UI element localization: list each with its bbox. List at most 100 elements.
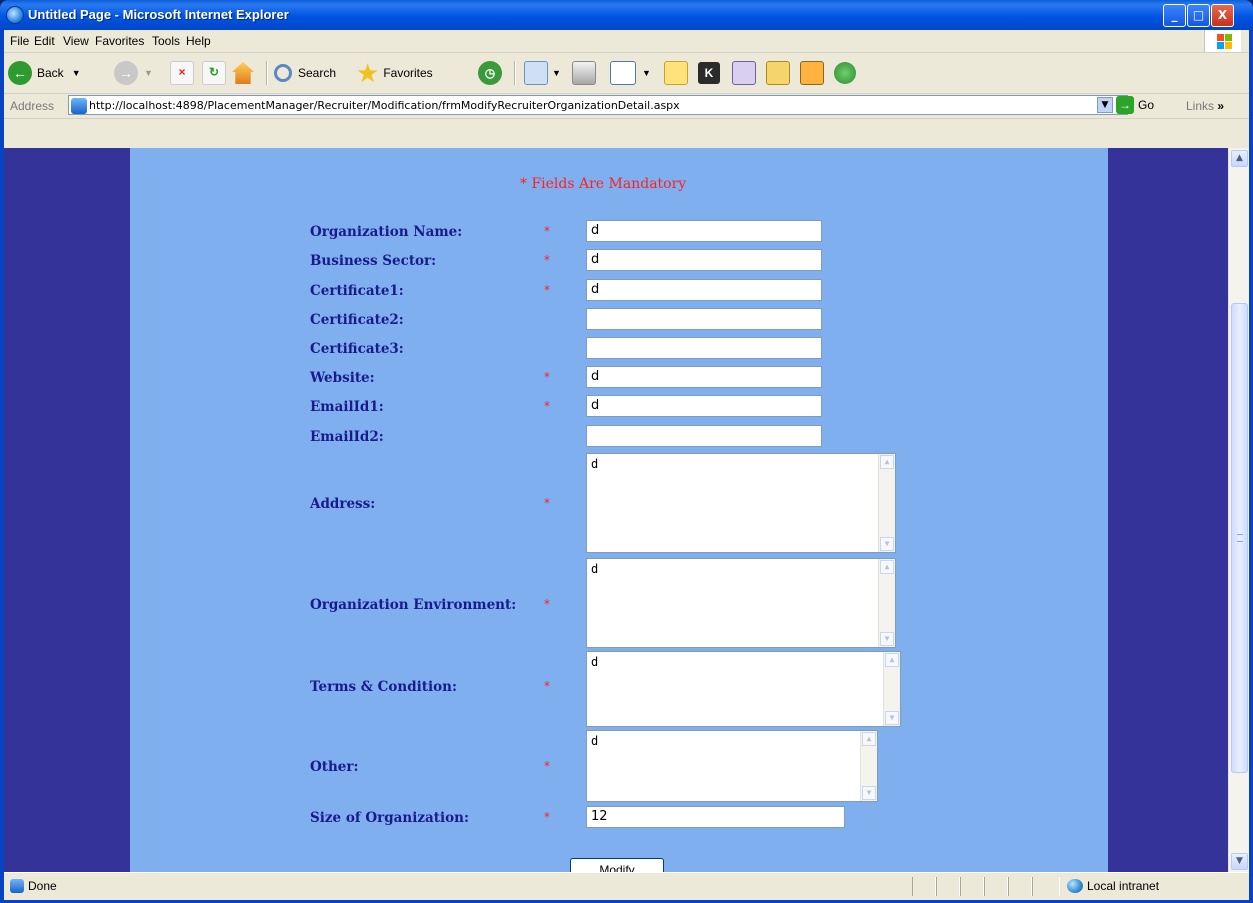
edit-dropdown-icon: ▼ (642, 68, 651, 78)
address-url: http://localhost:4898/PlacementManager/R… (89, 99, 680, 112)
scroll-up-icon[interactable]: ▲ (880, 455, 894, 469)
required-star: * (544, 496, 550, 510)
back-label: Back (37, 66, 64, 80)
discuss-button[interactable] (800, 59, 824, 87)
business-sector-input[interactable]: d (586, 249, 822, 271)
window-title: Untitled Page - Microsoft Internet Explo… (28, 7, 289, 22)
organization-environment-textarea[interactable]: d ▲ ▼ (586, 558, 896, 648)
business-sector-label: Business Sector: (310, 253, 437, 269)
textarea-scrollbar[interactable]: ▲ ▼ (883, 652, 900, 726)
zone-label: Local intranet (1087, 879, 1160, 893)
favorites-label: Favorites (383, 66, 433, 80)
size-of-organization-input[interactable]: 12 (586, 806, 845, 828)
emailid1-input[interactable]: d (586, 395, 822, 417)
research-icon (732, 61, 756, 85)
scroll-down-icon[interactable]: ▼ (885, 711, 899, 725)
status-pane (960, 877, 984, 896)
menu-favorites[interactable]: Favorites (95, 34, 144, 48)
certificate2-input[interactable] (586, 308, 822, 330)
required-star: * (544, 283, 550, 297)
home-icon (232, 62, 254, 84)
textarea-scrollbar[interactable]: ▲ ▼ (860, 731, 877, 801)
favorites-star-icon: ★ (356, 58, 380, 88)
tools-button[interactable] (766, 59, 790, 87)
textarea-scrollbar[interactable]: ▲ ▼ (878, 559, 895, 647)
intranet-globe-icon (1067, 879, 1083, 893)
website-input[interactable]: d (586, 366, 822, 388)
required-star: * (544, 597, 550, 611)
windows-logo-icon (1204, 30, 1241, 52)
mail-button[interactable]: ▼ (524, 59, 561, 87)
modify-button[interactable]: Modify (570, 858, 664, 872)
menu-help[interactable]: Help (186, 34, 211, 48)
status-text: Done (10, 879, 57, 893)
links-chevron-icon: » (1217, 99, 1225, 113)
terms-condition-textarea[interactable]: d ▲ ▼ (586, 651, 901, 727)
close-button[interactable]: X (1211, 4, 1234, 27)
form-panel: * Fields Are Mandatory Organization Name… (130, 148, 1108, 872)
certificate3-input[interactable] (586, 337, 822, 359)
notes-button[interactable] (664, 59, 688, 87)
certificate1-input[interactable]: d (586, 279, 822, 301)
address-input[interactable]: http://localhost:4898/PlacementManager/R… (68, 95, 1128, 115)
textarea-scrollbar[interactable]: ▲ ▼ (878, 454, 895, 552)
menu-view[interactable]: View (63, 34, 89, 48)
required-star: * (544, 253, 550, 267)
emailid2-input[interactable] (586, 425, 822, 447)
forward-button[interactable]: → ▼ (114, 59, 153, 87)
search-button[interactable]: Search (274, 59, 336, 87)
minimize-button[interactable]: _ (1163, 4, 1186, 27)
scroll-up-icon[interactable]: ▲ (885, 653, 899, 667)
messenger-icon (834, 62, 856, 84)
required-star: * (544, 810, 550, 824)
status-pane (984, 877, 1008, 896)
required-star: * (544, 679, 550, 693)
links-button[interactable]: Links » (1186, 99, 1224, 113)
address-dropdown-button[interactable]: ▼ (1097, 97, 1113, 113)
scroll-down-icon[interactable]: ▼ (880, 537, 894, 551)
organization-environment-label: Organization Environment: (310, 597, 517, 613)
menu-file[interactable]: File (10, 34, 29, 48)
maximize-button[interactable]: □ (1187, 4, 1210, 27)
scroll-thumb[interactable] (1231, 303, 1248, 773)
research-button[interactable] (732, 59, 756, 87)
history-button[interactable]: ◷ (478, 59, 502, 87)
other-textarea[interactable]: d ▲ ▼ (586, 730, 878, 802)
menu-edit[interactable]: Edit (34, 34, 55, 48)
go-button[interactable]: → Go (1116, 96, 1154, 114)
organization-name-input[interactable]: d (586, 220, 822, 242)
scroll-up-icon[interactable]: ▲ (880, 560, 894, 574)
page-scrollbar[interactable]: ▲ ▼ (1228, 148, 1249, 872)
address-textarea[interactable]: d ▲ ▼ (586, 453, 896, 553)
stop-icon: × (170, 61, 194, 85)
address-bar: Address http://localhost:4898/PlacementM… (4, 94, 1249, 119)
stop-button[interactable]: × (170, 59, 194, 87)
scroll-down-icon[interactable]: ▼ (1231, 853, 1248, 870)
scroll-up-icon[interactable]: ▲ (1231, 150, 1248, 167)
print-button[interactable] (572, 59, 596, 87)
sticky-note-icon (664, 61, 688, 85)
other-value: d (591, 734, 599, 748)
messenger-k-button[interactable]: K (698, 59, 720, 87)
back-dropdown-icon: ▼ (71, 68, 81, 78)
discuss-icon (800, 61, 824, 85)
refresh-button[interactable]: ↻ (202, 59, 226, 87)
standard-toolbar: ← Back ▼ → ▼ × ↻ Search ★ Favorites ◷ ▼ … (4, 53, 1249, 94)
print-icon (572, 61, 596, 85)
messenger-button[interactable] (834, 59, 856, 87)
scroll-down-icon[interactable]: ▼ (880, 632, 894, 646)
scroll-up-icon[interactable]: ▲ (862, 732, 876, 746)
back-button[interactable]: ← Back ▼ (8, 59, 81, 87)
go-arrow-icon: → (1116, 96, 1134, 114)
home-button[interactable] (232, 59, 254, 87)
search-icon (274, 64, 292, 82)
edit-button[interactable]: ▼ (610, 59, 651, 87)
terms-condition-label: Terms & Condition: (310, 679, 457, 695)
favorites-button[interactable]: ★ Favorites (356, 59, 433, 87)
menu-tools[interactable]: Tools (152, 34, 180, 48)
status-pane (1008, 877, 1032, 896)
grip-icon (1237, 534, 1243, 542)
scroll-down-icon[interactable]: ▼ (862, 786, 876, 800)
mandatory-note: * Fields Are Mandatory (520, 176, 687, 192)
required-star: * (544, 370, 550, 384)
